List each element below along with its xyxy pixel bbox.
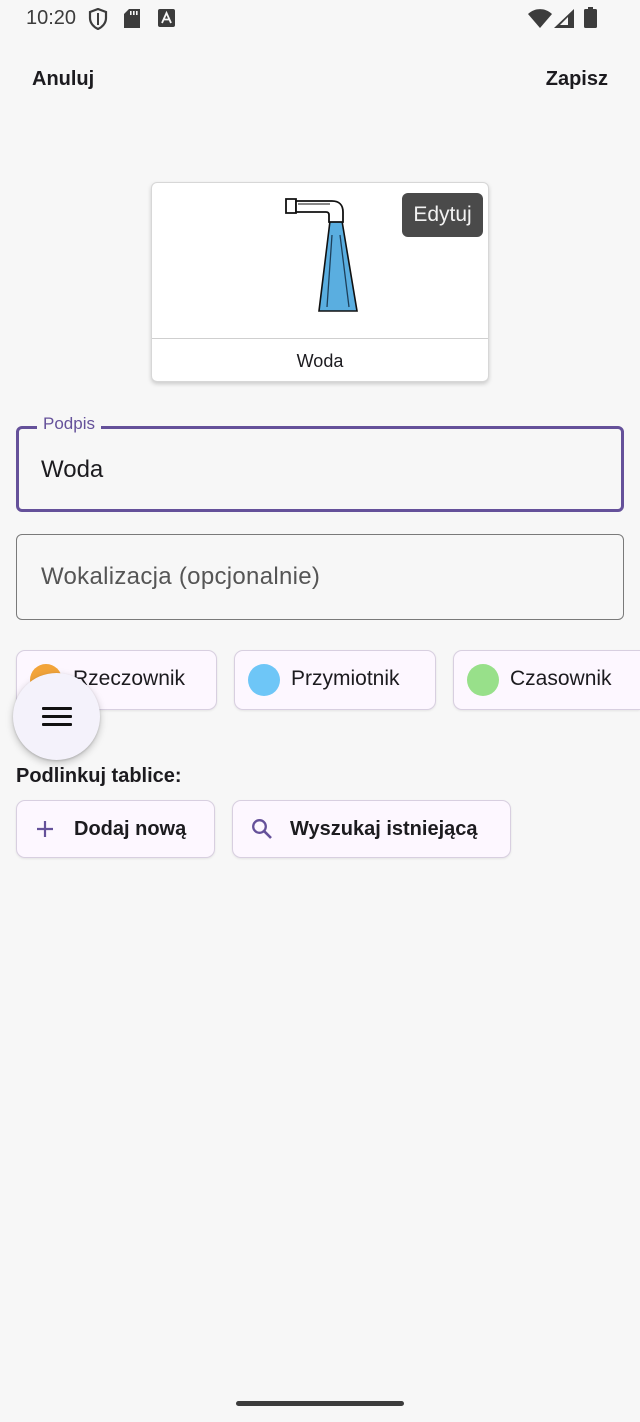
card-label: Woda — [296, 351, 344, 371]
cancel-button[interactable]: Anuluj — [32, 68, 94, 91]
wifi-icon — [528, 9, 552, 33]
search-existing-board-button[interactable]: Wyszukaj istniejącą — [232, 800, 511, 858]
caption-field-label: Podpis — [37, 414, 101, 434]
menu-fab[interactable] — [13, 673, 100, 760]
category-chip-adjective[interactable]: Przymiotnik — [234, 650, 436, 710]
vocalization-field[interactable]: Wokalizacja (opcjonalnie) — [16, 534, 624, 620]
category-color-dot — [467, 664, 499, 696]
add-new-board-button[interactable]: Dodaj nową — [16, 800, 215, 858]
status-bar: 10:20 — [0, 0, 640, 38]
search-icon — [251, 818, 273, 843]
category-chip-label: Rzeczownik — [73, 667, 186, 690]
battery-icon — [584, 7, 597, 33]
link-boards-title: Podlinkuj tablice: — [16, 765, 182, 787]
signal-icon — [554, 9, 574, 33]
category-chip-label: Czasownik — [510, 667, 612, 690]
home-indicator[interactable] — [236, 1401, 404, 1406]
category-chip-label: Przymiotnik — [291, 667, 400, 690]
sd-card-icon — [124, 9, 140, 33]
vocalization-field-placeholder: Wokalizacja (opcjonalnie) — [41, 563, 321, 590]
category-chip-verb[interactable]: Czasownik — [453, 650, 640, 710]
caption-field-value[interactable]: Woda — [41, 456, 103, 484]
category-color-dot — [248, 664, 280, 696]
plus-icon — [35, 819, 55, 842]
card-divider — [152, 338, 488, 339]
tile-preview-card[interactable]: Edytuj Woda — [151, 182, 489, 382]
edit-image-button[interactable]: Edytuj — [402, 193, 483, 237]
save-button[interactable]: Zapisz — [546, 68, 608, 91]
search-existing-board-label: Wyszukaj istniejącą — [290, 818, 478, 840]
edit-tile-screen: 10:20 Anuluj Zapisz Edytuj Woda Podpis W… — [0, 0, 640, 1422]
shield-icon — [88, 7, 108, 35]
font-a-icon — [158, 9, 175, 32]
caption-field[interactable]: Podpis Woda — [16, 414, 624, 512]
add-new-board-label: Dodaj nową — [74, 818, 187, 840]
status-time: 10:20 — [26, 7, 77, 29]
